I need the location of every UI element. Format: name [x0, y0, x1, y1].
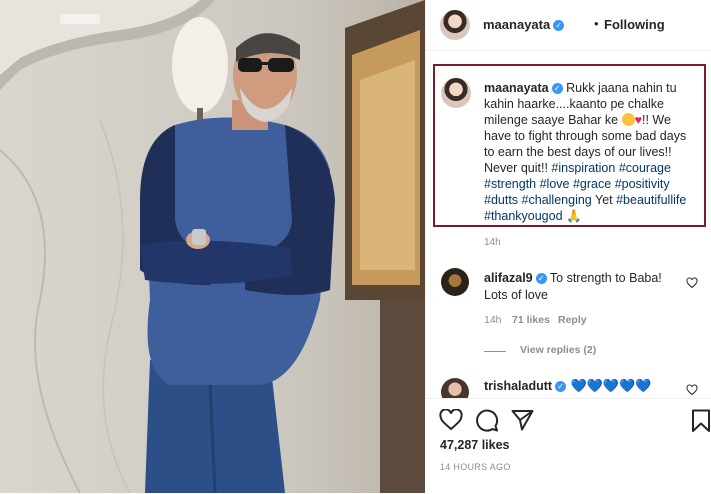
- comment-text: trishaladutt ✓ 💙💙💙💙💙: [484, 378, 651, 394]
- comment-bubble-icon[interactable]: [475, 409, 499, 432]
- verified-badge-icon: ✓: [551, 83, 563, 95]
- following-button[interactable]: Following: [604, 17, 665, 32]
- comment-username[interactable]: trishaladutt: [484, 379, 552, 393]
- comment-text: alifazal9 ✓ To strength to Baba! Lots of …: [484, 270, 674, 304]
- hashtag-link[interactable]: #grace: [573, 177, 611, 191]
- blue-hearts-emoji: 💙💙💙💙💙: [570, 378, 652, 393]
- comment-likes[interactable]: 71 likes: [512, 314, 550, 326]
- hashtag-link[interactable]: #challenging: [522, 193, 592, 207]
- header-separator: •: [594, 16, 599, 31]
- author-username[interactable]: maanayata ✓: [483, 17, 565, 32]
- hashtag-link[interactable]: #dutts: [484, 193, 518, 207]
- caption-time[interactable]: 14h: [484, 237, 501, 248]
- bookmark-icon[interactable]: [691, 409, 711, 433]
- comment-like-heart-icon[interactable]: [686, 277, 698, 289]
- view-replies-divider: [484, 351, 506, 352]
- paper-plane-icon[interactable]: [511, 409, 534, 431]
- hugging-face-emoji-icon: [621, 113, 635, 126]
- likes-count[interactable]: 47,287 likes: [440, 438, 510, 452]
- verified-badge-icon: ✓: [555, 381, 567, 393]
- folded-hands-emoji-icon: 🙏: [566, 209, 582, 223]
- post-header: maanayata ✓ • Following: [426, 0, 711, 51]
- hashtag-link[interactable]: #inspiration: [551, 161, 615, 175]
- verified-badge-icon: ✓: [553, 20, 565, 32]
- author-username-text[interactable]: maanayata: [483, 17, 550, 32]
- hashtag-link[interactable]: #strength: [484, 177, 536, 191]
- hashtag-link[interactable]: #beautifullife: [616, 193, 686, 207]
- photo-illustration: [0, 0, 425, 493]
- red-heart-emoji-icon: ♥: [634, 113, 643, 127]
- comment-time[interactable]: 14h: [484, 314, 502, 326]
- hashtag-link[interactable]: #thankyougod: [484, 209, 563, 223]
- caption-text: maanayata ✓ Rukk jaana nahin tu kahin haa…: [484, 80, 698, 224]
- view-replies-button[interactable]: View replies (2): [520, 344, 596, 356]
- post-photo[interactable]: [0, 0, 425, 493]
- comment-like-heart-icon[interactable]: [686, 384, 698, 396]
- author-avatar[interactable]: [440, 10, 470, 40]
- post-actions-bar: 47,287 likes 14 HOURS AGO: [425, 398, 711, 494]
- comment-avatar[interactable]: [441, 268, 469, 296]
- comment-reply-button[interactable]: Reply: [558, 314, 587, 326]
- comment-username[interactable]: alifazal9: [484, 271, 533, 285]
- post-timestamp[interactable]: 14 HOURS AGO: [440, 462, 511, 472]
- hashtag-link[interactable]: #positivity: [615, 177, 670, 191]
- heart-outline-icon[interactable]: [439, 409, 463, 431]
- verified-badge-icon: ✓: [535, 273, 547, 285]
- caption-avatar[interactable]: [441, 78, 471, 108]
- hashtag-link[interactable]: #love: [540, 177, 570, 191]
- caption-body-3: Yet: [595, 193, 613, 207]
- caption-username[interactable]: maanayata: [484, 81, 549, 95]
- hashtag-link[interactable]: #courage: [619, 161, 671, 175]
- comment-meta: 14h 71 likes Reply: [484, 314, 587, 326]
